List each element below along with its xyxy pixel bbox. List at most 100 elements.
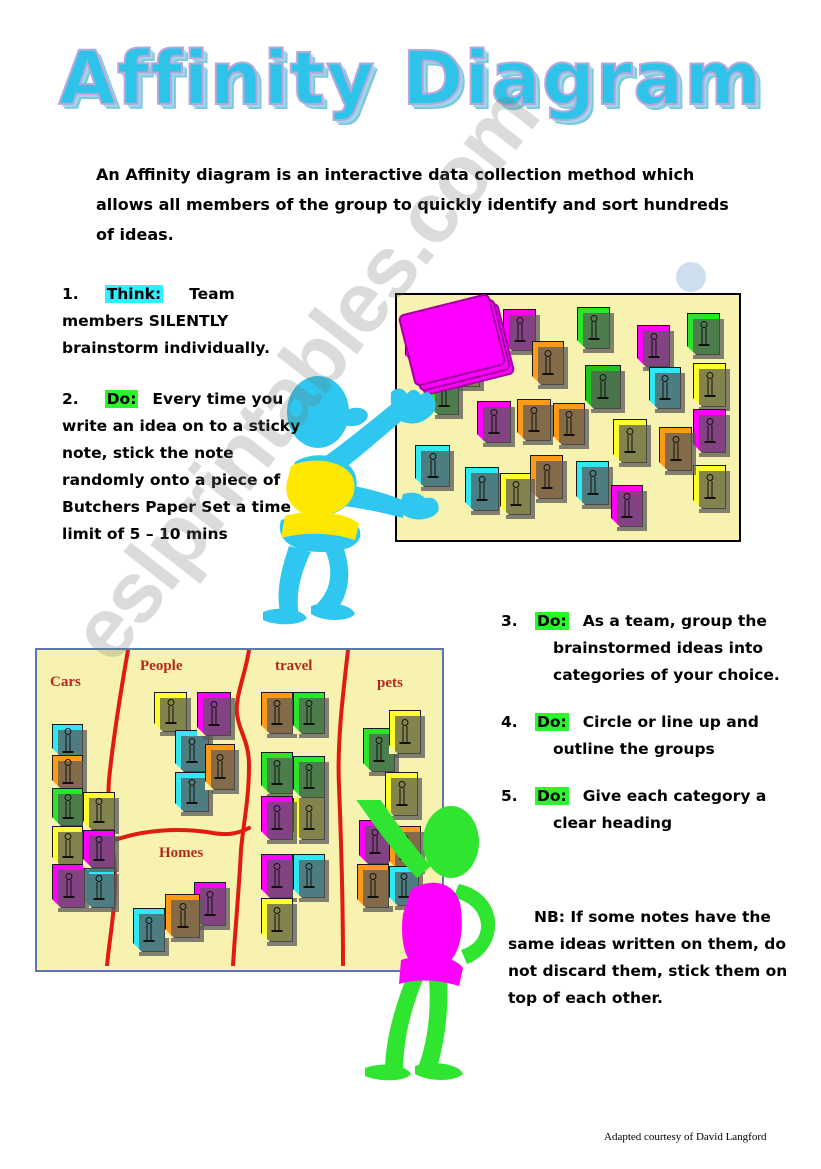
watermark-dot <box>676 262 706 292</box>
step-1-number: 1. <box>62 285 79 303</box>
person-icon <box>303 863 315 889</box>
person-icon <box>186 779 198 805</box>
person-icon <box>93 836 105 862</box>
person-icon <box>476 476 488 502</box>
sticky-note <box>165 894 204 942</box>
sticky-note <box>261 796 297 844</box>
person-icon <box>165 699 177 725</box>
sticky-note <box>687 313 724 359</box>
step-5-tag: Do: <box>535 787 569 805</box>
category-label-cars: Cars <box>50 674 81 690</box>
person-icon <box>62 794 74 820</box>
person-icon <box>698 321 710 347</box>
step-1-text: Team members SILENTLY brainstorm individ… <box>62 285 270 357</box>
person-icon <box>62 759 74 785</box>
footer-credit: Adapted courtesy of David Langford <box>604 1131 767 1143</box>
sticky-note <box>293 692 329 738</box>
person-icon <box>208 701 220 727</box>
sticky-note <box>693 409 730 457</box>
sticky-note <box>576 461 613 509</box>
sticky-note <box>261 854 297 902</box>
step-2-text: Every time you write an idea on to a sti… <box>62 390 301 543</box>
sticky-note <box>585 365 625 413</box>
sticky-note <box>693 363 730 411</box>
sticky-note <box>154 692 191 736</box>
person-icon <box>271 760 283 786</box>
person-icon <box>271 805 283 831</box>
person-icon <box>399 719 411 745</box>
step-4-tag: Do: <box>535 713 569 731</box>
sticky-note <box>611 485 647 531</box>
person-icon <box>271 863 283 889</box>
person-icon <box>597 374 609 400</box>
step-2-tag: Do: <box>104 390 139 408</box>
step-2: 2. Do: Every time you write an idea on to … <box>62 386 314 548</box>
sticky-note <box>500 473 535 519</box>
person-icon <box>514 317 526 343</box>
sticky-note <box>52 864 89 912</box>
sticky-note <box>389 710 425 758</box>
person-icon <box>704 372 716 398</box>
person-icon <box>621 493 633 519</box>
person-icon <box>704 418 716 444</box>
sticky-note <box>293 756 329 802</box>
person-icon <box>528 407 540 433</box>
person-icon <box>62 727 74 754</box>
sticky-note <box>693 465 730 513</box>
worksheet-page: Affinity Diagram An Affinity diagram is … <box>0 0 821 1169</box>
category-label-people: People <box>140 658 183 674</box>
category-label-homes: Homes <box>159 845 204 861</box>
sticky-note <box>477 401 515 447</box>
page-title: Affinity Diagram <box>58 35 763 123</box>
person-icon <box>63 873 75 899</box>
person-icon <box>93 798 105 824</box>
nb-note: NB: If some notes have the same ideas wr… <box>508 904 804 1012</box>
sticky-note <box>205 744 239 794</box>
sticky-note <box>293 854 329 902</box>
sticky-note <box>649 367 685 413</box>
person-icon <box>143 917 155 943</box>
person-icon <box>563 411 575 437</box>
person-icon <box>542 350 554 376</box>
sticky-note <box>83 830 119 872</box>
category-label-pets: pets <box>377 675 403 691</box>
step-4-text: Circle or line up and outline the groups <box>553 713 759 758</box>
step-4: 4. Do: Circle or line up and outline the g… <box>501 713 759 758</box>
figure-standing-green <box>351 780 515 1105</box>
person-icon <box>303 764 315 790</box>
sticky-note <box>83 792 119 834</box>
person-icon <box>93 875 105 901</box>
person-icon <box>303 805 315 831</box>
person-icon <box>62 833 74 859</box>
sticky-note <box>517 399 555 445</box>
step-2-number: 2. <box>62 390 79 408</box>
sticky-note <box>261 692 297 738</box>
person-icon <box>648 333 660 359</box>
step-5: 5. Do: Give each category a clear heading <box>501 787 767 832</box>
person-icon <box>587 470 599 496</box>
sticky-note <box>577 307 614 353</box>
sticky-note <box>613 419 651 467</box>
person-icon <box>373 737 385 763</box>
sticky-note <box>197 692 235 740</box>
step-3-text: As a team, group the brainstormed ideas … <box>553 612 780 684</box>
sticky-note <box>532 341 568 389</box>
step-5-text: Give each category a clear heading <box>553 787 767 832</box>
person-icon <box>214 754 226 780</box>
steps-right-column: 3. Do: As a team, group the brainstormed i… <box>501 608 802 837</box>
step-3: 3. Do: As a team, group the brainstormed i… <box>501 612 780 684</box>
sticky-note <box>175 772 213 816</box>
sticky-note <box>293 796 329 844</box>
person-icon <box>510 481 522 507</box>
step-1: 1. Think: Team members SILENTLY brainstorm… <box>62 281 312 362</box>
intro-paragraph: An Affinity diagram is an interactive da… <box>96 165 729 244</box>
person-icon <box>588 315 600 341</box>
sticky-note <box>465 467 503 515</box>
sticky-note <box>52 788 87 830</box>
sticky-note <box>133 908 169 956</box>
step-3-tag: Do: <box>535 612 569 630</box>
person-icon <box>204 891 216 917</box>
person-icon <box>303 700 315 726</box>
sticky-note <box>553 403 589 449</box>
sticky-note <box>52 826 87 870</box>
